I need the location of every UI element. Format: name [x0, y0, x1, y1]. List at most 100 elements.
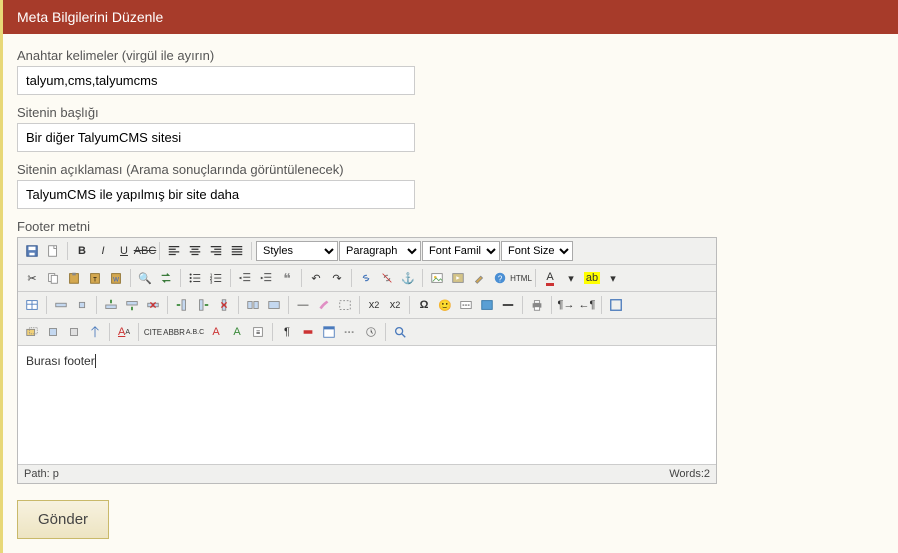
cite-icon[interactable]: CITE — [143, 322, 163, 342]
cleanup-icon[interactable] — [469, 268, 489, 288]
code-icon[interactable]: HTML — [511, 268, 531, 288]
styles-select[interactable]: Styles — [256, 241, 338, 261]
svg-text:T: T — [93, 277, 97, 284]
separator — [522, 296, 523, 314]
rich-text-editor: B I U ABC Styles Paragraph Font Family F… — [17, 237, 717, 484]
site-title-input[interactable] — [17, 123, 415, 152]
abbr-icon[interactable]: ABBR — [164, 322, 184, 342]
paste-text-icon[interactable]: T — [85, 268, 105, 288]
help-icon[interactable]: ? — [490, 268, 510, 288]
svg-text:W: W — [113, 277, 119, 284]
attribs-icon[interactable]: ≡ — [248, 322, 268, 342]
emoticons-icon[interactable]: 🙂 — [435, 295, 455, 315]
backcolor-menu-icon[interactable]: ▾ — [603, 268, 623, 288]
save-icon[interactable] — [22, 241, 42, 261]
moveforward-icon[interactable] — [43, 322, 63, 342]
unlink-icon[interactable] — [377, 268, 397, 288]
backcolor-icon[interactable]: ab — [582, 268, 602, 288]
visualchars-icon[interactable]: ¶ — [277, 322, 297, 342]
col-delete-icon[interactable] — [214, 295, 234, 315]
restoredraft-icon[interactable] — [361, 322, 381, 342]
ltr-icon[interactable]: ¶→ — [556, 295, 576, 315]
italic-icon[interactable]: I — [93, 241, 113, 261]
insertlayer-icon[interactable] — [22, 322, 42, 342]
cut-icon[interactable]: ✂ — [22, 268, 42, 288]
bold-icon[interactable]: B — [72, 241, 92, 261]
media-icon[interactable] — [448, 268, 468, 288]
merge-cells-icon[interactable] — [264, 295, 284, 315]
align-justify-icon[interactable] — [227, 241, 247, 261]
separator — [46, 296, 47, 314]
align-left-icon[interactable] — [164, 241, 184, 261]
paragraph-select[interactable]: Paragraph — [339, 241, 421, 261]
paste-word-icon[interactable]: W — [106, 268, 126, 288]
separator — [301, 269, 302, 287]
replace-icon[interactable] — [156, 268, 176, 288]
forecolor-menu-icon[interactable]: ▾ — [561, 268, 581, 288]
align-right-icon[interactable] — [206, 241, 226, 261]
outdent-icon[interactable] — [235, 268, 255, 288]
cell-props-icon[interactable] — [72, 295, 92, 315]
toolbar-row-1: B I U ABC Styles Paragraph Font Family F… — [18, 238, 716, 265]
print-icon[interactable] — [527, 295, 547, 315]
row-before-icon[interactable] — [101, 295, 121, 315]
copy-icon[interactable] — [43, 268, 63, 288]
toolbar-row-3: — x2 x2 Ω 🙂 ¶→ ←¶ — [18, 292, 716, 319]
rtl-icon[interactable]: ←¶ — [577, 295, 597, 315]
submit-button[interactable]: Gönder — [17, 500, 109, 539]
undo-icon[interactable]: ↶ — [306, 268, 326, 288]
numbered-list-icon[interactable]: 123 — [206, 268, 226, 288]
redo-icon[interactable]: ↷ — [327, 268, 347, 288]
newdoc-icon[interactable] — [43, 241, 63, 261]
superscript-icon[interactable]: x2 — [385, 295, 405, 315]
footer-text-label: Footer metni — [17, 219, 884, 234]
align-center-icon[interactable] — [185, 241, 205, 261]
del-icon[interactable]: A — [206, 322, 226, 342]
find-icon[interactable]: 🔍 — [135, 268, 155, 288]
indent-icon[interactable] — [256, 268, 276, 288]
movebackward-icon[interactable] — [64, 322, 84, 342]
charmap-icon[interactable]: Ω — [414, 295, 434, 315]
advhr-icon[interactable] — [498, 295, 518, 315]
font-size-select[interactable]: Font Size — [501, 241, 573, 261]
preview-icon[interactable] — [390, 322, 410, 342]
anchor-icon[interactable]: ⚓ — [398, 268, 418, 288]
toolbar-row-2: ✂ T W 🔍 123 ❝ ↶ ↷ ⚓ ? — [18, 265, 716, 292]
link-icon[interactable] — [356, 268, 376, 288]
bullet-list-icon[interactable] — [185, 268, 205, 288]
image-icon[interactable] — [427, 268, 447, 288]
remove-format-icon[interactable] — [314, 295, 334, 315]
form-content: Anahtar kelimeler (virgül ile ayırın) Si… — [3, 34, 898, 553]
underline-icon[interactable]: U — [114, 241, 134, 261]
svg-text:?: ? — [498, 275, 503, 284]
styleprops-icon[interactable]: AA — [114, 322, 134, 342]
blockquote-icon[interactable]: ❝ — [277, 268, 297, 288]
split-cells-icon[interactable] — [243, 295, 263, 315]
paste-icon[interactable] — [64, 268, 84, 288]
fullscreen-icon[interactable] — [606, 295, 626, 315]
table-icon[interactable] — [22, 295, 42, 315]
visual-aid-icon[interactable] — [335, 295, 355, 315]
separator — [409, 296, 410, 314]
media2-icon[interactable] — [477, 295, 497, 315]
template-icon[interactable] — [319, 322, 339, 342]
acronym-icon[interactable]: A.B.C — [185, 322, 205, 342]
nonbreaking-icon[interactable] — [298, 322, 318, 342]
site-desc-input[interactable] — [17, 180, 415, 209]
strikethrough-icon[interactable]: ABC — [135, 241, 155, 261]
editor-content[interactable]: Burası footer — [18, 346, 716, 464]
pagebreak-icon[interactable] — [340, 322, 360, 342]
keywords-input[interactable] — [17, 66, 415, 95]
forecolor-icon[interactable]: A — [540, 268, 560, 288]
subscript-icon[interactable]: x2 — [364, 295, 384, 315]
absolute-icon[interactable] — [85, 322, 105, 342]
col-after-icon[interactable] — [193, 295, 213, 315]
row-delete-icon[interactable] — [143, 295, 163, 315]
font-family-select[interactable]: Font Family — [422, 241, 500, 261]
row-after-icon[interactable] — [122, 295, 142, 315]
col-before-icon[interactable] — [172, 295, 192, 315]
hr-icon[interactable]: — — [293, 295, 313, 315]
row-props-icon[interactable] — [51, 295, 71, 315]
ins-icon[interactable]: A — [227, 322, 247, 342]
iespell-icon[interactable] — [456, 295, 476, 315]
